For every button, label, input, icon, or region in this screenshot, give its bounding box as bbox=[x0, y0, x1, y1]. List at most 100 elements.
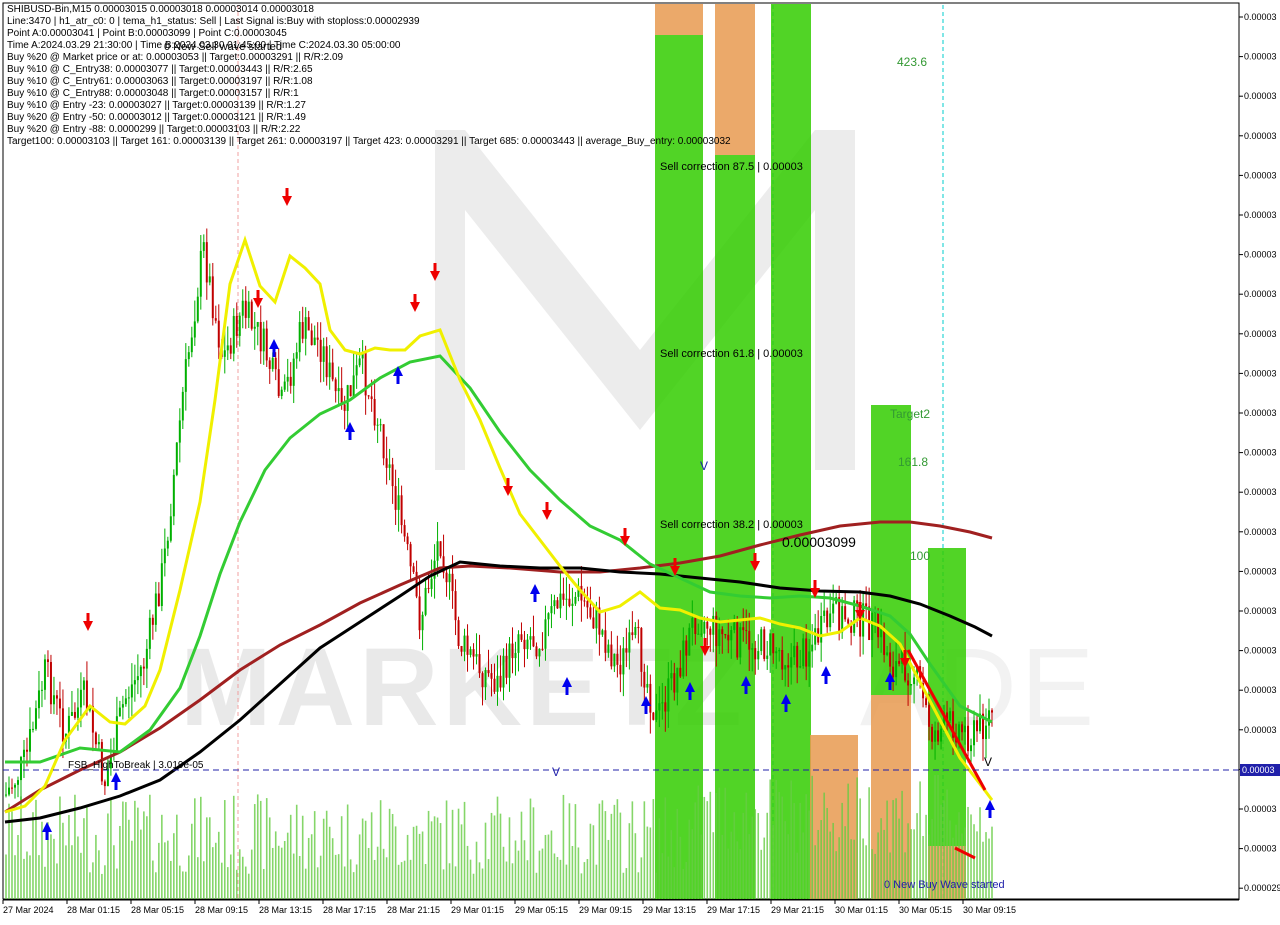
x-tick-label: 28 Mar 01:15 bbox=[67, 905, 120, 915]
volume-bar bbox=[80, 852, 82, 899]
volume-bar bbox=[775, 779, 778, 899]
candle-body bbox=[697, 633, 700, 635]
volume-bar bbox=[146, 816, 148, 899]
volume-bar bbox=[265, 798, 268, 899]
y-tick-label: 0.00003 bbox=[1244, 210, 1277, 220]
candle-body bbox=[163, 548, 166, 564]
volume-bar bbox=[472, 873, 475, 899]
volume-bar bbox=[571, 846, 574, 899]
candle-body bbox=[991, 710, 993, 713]
volume-bar bbox=[742, 812, 745, 899]
volume-bar bbox=[607, 839, 610, 899]
volume-bar bbox=[553, 853, 556, 899]
candle-body bbox=[571, 603, 574, 606]
volume-bar bbox=[367, 847, 370, 899]
candle-body bbox=[61, 708, 64, 742]
volume-bar bbox=[838, 837, 840, 899]
candle-body bbox=[694, 618, 697, 635]
volume-bar bbox=[820, 820, 822, 899]
volume-bar bbox=[122, 801, 124, 899]
candle-body bbox=[973, 720, 976, 746]
candle-body bbox=[604, 630, 607, 653]
volume-bar bbox=[313, 811, 316, 899]
volume-bar bbox=[274, 831, 277, 899]
volume-bar bbox=[733, 812, 736, 899]
volume-bar bbox=[739, 849, 742, 899]
candle-body bbox=[28, 729, 31, 752]
volume-bar bbox=[149, 794, 151, 899]
x-tick-label: 30 Mar 09:15 bbox=[963, 905, 1016, 915]
candle-body bbox=[208, 276, 211, 283]
volume-bar bbox=[826, 807, 828, 899]
x-tick-label: 29 Mar 21:15 bbox=[771, 905, 824, 915]
candle-body bbox=[388, 464, 391, 468]
candle-body bbox=[448, 573, 451, 583]
volume-bar bbox=[568, 803, 571, 899]
candle-body bbox=[676, 667, 679, 693]
y-tick-label: 0.00003 bbox=[1244, 289, 1277, 299]
candle-body bbox=[781, 649, 784, 670]
candle-body bbox=[685, 640, 688, 656]
volume-bar bbox=[253, 804, 256, 899]
volume-bar bbox=[182, 871, 184, 899]
volume-bar bbox=[418, 833, 421, 899]
candle-body bbox=[235, 315, 238, 336]
volume-bar bbox=[850, 839, 852, 899]
volume-bar bbox=[62, 822, 64, 899]
candle-body bbox=[406, 536, 409, 545]
candle-body bbox=[559, 593, 562, 609]
volume-bar bbox=[349, 859, 352, 899]
candle-body bbox=[520, 634, 523, 640]
candle-body bbox=[583, 600, 586, 602]
candle-body bbox=[148, 617, 151, 649]
candle-body bbox=[43, 659, 46, 690]
candle-body bbox=[535, 646, 538, 657]
candle-body bbox=[379, 424, 382, 426]
volume-bar bbox=[880, 818, 882, 899]
candle-body bbox=[757, 651, 760, 660]
volume-bar bbox=[235, 869, 238, 899]
volume-bar bbox=[457, 808, 460, 899]
candle-body bbox=[169, 516, 172, 541]
candle-body bbox=[121, 704, 124, 708]
volume-bar bbox=[238, 849, 241, 899]
candle-body bbox=[820, 615, 823, 643]
volume-bar bbox=[319, 855, 322, 899]
candle-body bbox=[145, 648, 148, 669]
candle-body bbox=[25, 749, 28, 752]
volume-bar bbox=[871, 849, 873, 899]
candle-body bbox=[37, 690, 40, 709]
volume-bar bbox=[766, 812, 769, 899]
candle-body bbox=[679, 667, 682, 677]
volume-bar bbox=[580, 873, 583, 899]
candle-body bbox=[400, 495, 403, 526]
volume-bar bbox=[589, 823, 592, 899]
volume-bar bbox=[412, 826, 415, 899]
candle-body bbox=[628, 632, 631, 653]
y-tick-label: 0.00003 bbox=[1244, 566, 1277, 576]
volume-bar bbox=[388, 808, 391, 899]
candle-body bbox=[805, 638, 808, 667]
candle-body bbox=[490, 673, 493, 679]
candle-body bbox=[682, 640, 685, 677]
y-tick-label: 0.00003 bbox=[1244, 408, 1277, 418]
candle-body bbox=[796, 645, 799, 668]
volume-bar bbox=[832, 822, 834, 899]
candle-body bbox=[97, 742, 100, 745]
volume-bar bbox=[514, 840, 517, 899]
candle-body bbox=[295, 352, 298, 359]
candle-body bbox=[655, 710, 658, 720]
volume-bar bbox=[454, 866, 457, 899]
volume-bar bbox=[616, 799, 619, 899]
volume-bar bbox=[781, 796, 784, 899]
chart-root: MARKETZ ADE 0 New Sell wave started Sell… bbox=[0, 0, 1280, 920]
volume-bar bbox=[427, 810, 430, 899]
candle-body bbox=[844, 606, 847, 620]
volume-bar bbox=[50, 834, 52, 899]
candle-body bbox=[184, 359, 187, 392]
volume-bar bbox=[718, 787, 721, 899]
candle-body bbox=[802, 638, 805, 667]
volume-bar bbox=[65, 845, 67, 899]
volume-bar bbox=[649, 827, 652, 899]
candle-body bbox=[718, 629, 721, 647]
